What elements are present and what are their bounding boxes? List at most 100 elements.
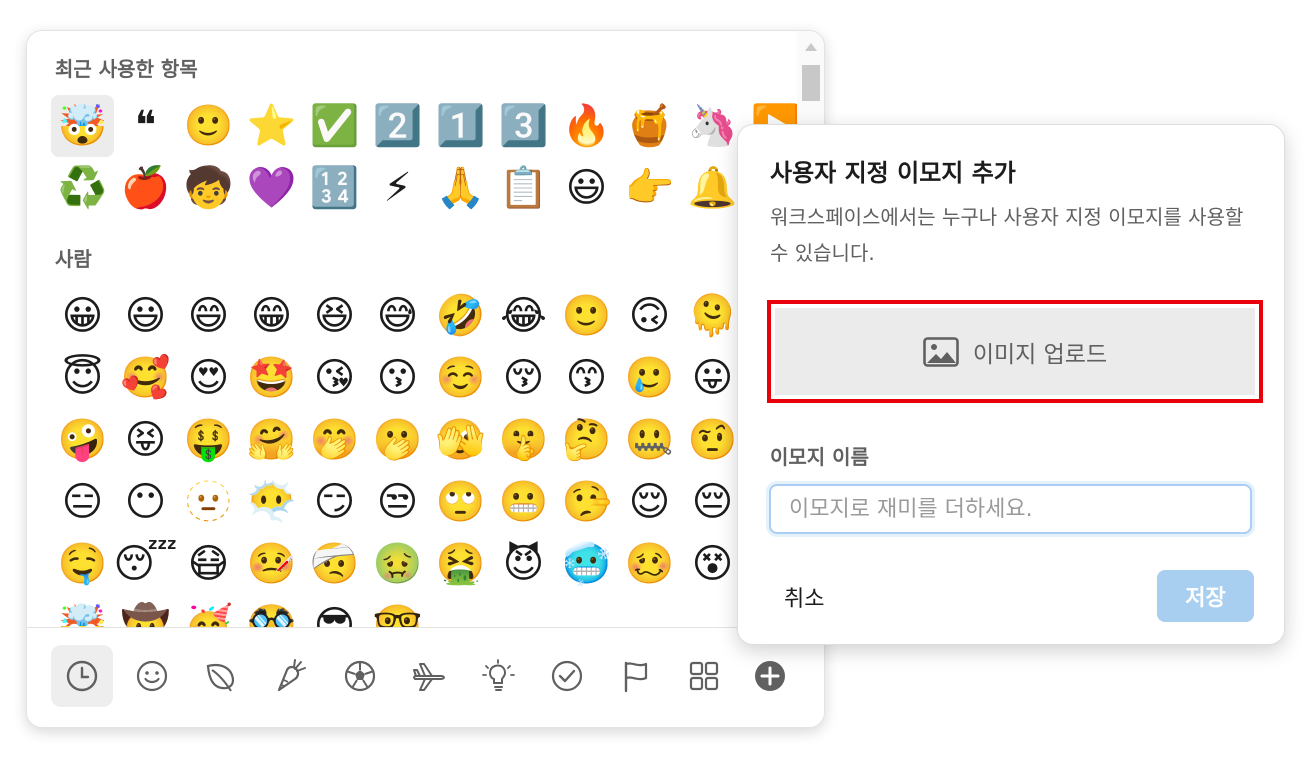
emoji-smiling-tear[interactable]: 🥲 <box>618 347 681 409</box>
emoji-partying-face[interactable]: 🥳 <box>177 595 240 627</box>
category-flags[interactable] <box>605 645 667 707</box>
emoji-laughing[interactable]: 😆 <box>303 285 366 347</box>
emoji-lying-face[interactable]: 🤥 <box>555 471 618 533</box>
emoji-name-input[interactable] <box>769 484 1252 534</box>
emoji-smile[interactable]: 😄 <box>177 285 240 347</box>
emoji-no-mouth[interactable]: 😶 <box>114 471 177 533</box>
category-travel[interactable] <box>398 645 460 707</box>
emoji-cowboy[interactable]: 🤠 <box>114 595 177 627</box>
emoji-rofl[interactable]: 🤣 <box>429 285 492 347</box>
emoji-slight-smile[interactable]: 🙂 <box>177 95 240 157</box>
emoji-dizzy-face[interactable]: 😵 <box>681 533 744 595</box>
category-smileys[interactable] <box>121 645 183 707</box>
emoji-grin[interactable]: 😁 <box>240 285 303 347</box>
upload-image-button[interactable]: 이미지 업로드 <box>775 308 1255 395</box>
emoji-disguised-face[interactable]: 🥸 <box>240 595 303 627</box>
emoji-sweat-smile[interactable]: 😅 <box>366 285 429 347</box>
emoji-zap[interactable]: ⚡ <box>366 157 429 219</box>
emoji-one[interactable]: 1️⃣ <box>429 95 492 157</box>
emoji-tongue[interactable]: 😛 <box>681 347 744 409</box>
emoji-money-mouth[interactable]: 🤑 <box>177 409 240 471</box>
emoji-recycle[interactable]: ♻️ <box>51 157 114 219</box>
emoji-smiley[interactable]: 😃 <box>114 285 177 347</box>
emoji-face-in-clouds[interactable]: 😶‍🌫️ <box>240 471 303 533</box>
emoji-cold-face[interactable]: 🥶 <box>555 533 618 595</box>
emoji-exploding-head[interactable]: 🤯 <box>51 95 114 157</box>
emoji-smirk[interactable]: 😏 <box>303 471 366 533</box>
emoji-apple[interactable]: 🍎 <box>114 157 177 219</box>
emoji-1234[interactable]: 🔢 <box>303 157 366 219</box>
category-nature[interactable] <box>190 645 252 707</box>
emoji-unicorn[interactable]: 🦄 <box>681 95 744 157</box>
emoji-smiley[interactable]: 😃 <box>555 157 618 219</box>
emoji-drooling[interactable]: 🤤 <box>51 533 114 595</box>
emoji-rolling-eyes[interactable]: 🙄 <box>429 471 492 533</box>
emoji-joy[interactable]: 😂 <box>492 285 555 347</box>
emoji-thinking[interactable]: 🤔 <box>555 409 618 471</box>
save-button[interactable]: 저장 <box>1157 570 1254 622</box>
cancel-button[interactable]: 취소 <box>770 572 838 622</box>
category-activity[interactable] <box>329 645 391 707</box>
emoji-kissing-heart[interactable]: 😘 <box>303 347 366 409</box>
emoji-relieved[interactable]: 😌 <box>618 471 681 533</box>
emoji-nauseated[interactable]: 🤢 <box>366 533 429 595</box>
category-symbols[interactable] <box>536 645 598 707</box>
emoji-raised-eyebrow[interactable]: 🤨 <box>681 409 744 471</box>
emoji-zany-face[interactable]: 🤪 <box>51 409 114 471</box>
emoji-clipboard[interactable]: 📋 <box>492 157 555 219</box>
category-add-custom[interactable] <box>739 645 801 707</box>
emoji-vomiting[interactable]: 🤮 <box>429 533 492 595</box>
emoji-pray[interactable]: 🙏 <box>429 157 492 219</box>
emoji-fire[interactable]: 🔥 <box>555 95 618 157</box>
category-objects[interactable] <box>467 645 529 707</box>
emoji-purple-heart[interactable]: 💜 <box>240 157 303 219</box>
emoji-sleeping[interactable]: 😴 <box>113 533 177 595</box>
emoji-three[interactable]: 3️⃣ <box>492 95 555 157</box>
emoji-grimacing[interactable]: 😬 <box>492 471 555 533</box>
emoji-grinning[interactable]: 😀 <box>51 285 114 347</box>
emoji-nerd[interactable]: 🤓 <box>366 595 429 627</box>
emoji-hand-over-mouth[interactable]: 🤭 <box>303 409 366 471</box>
emoji-peeking-eye[interactable]: 🫣 <box>429 409 492 471</box>
emoji-point-right[interactable]: 👉 <box>618 157 681 219</box>
emoji-two[interactable]: 2️⃣ <box>366 95 429 157</box>
emoji-unamused[interactable]: 😒 <box>366 471 429 533</box>
scroll-up-arrow[interactable] <box>805 43 817 51</box>
emoji-child[interactable]: 🧒 <box>177 157 240 219</box>
category-recent[interactable] <box>51 645 113 707</box>
emoji-expressionless[interactable]: 😑 <box>51 471 114 533</box>
emoji-star[interactable]: ⭐ <box>240 95 303 157</box>
emoji-mask[interactable]: 😷 <box>177 533 240 595</box>
emoji-dotted-line-face[interactable]: 🫥 <box>177 471 240 533</box>
emoji-smiling-hearts[interactable]: 🥰 <box>114 347 177 409</box>
emoji-head-bandage[interactable]: 🤕 <box>303 533 366 595</box>
emoji-open-eyes-hand-mouth[interactable]: 🫢 <box>366 409 429 471</box>
emoji-kissing-closed-eyes[interactable]: 😚 <box>492 347 555 409</box>
scroll-thumb[interactable] <box>802 65 820 101</box>
emoji-hugging[interactable]: 🤗 <box>240 409 303 471</box>
emoji-bell[interactable]: 🔔 <box>681 157 744 219</box>
emoji-smiling-imp[interactable]: 😈 <box>492 533 555 595</box>
emoji-kissing[interactable]: 😗 <box>366 347 429 409</box>
emoji-exploding-head[interactable]: 🤯 <box>51 595 114 627</box>
emoji-star-struck[interactable]: 🤩 <box>240 347 303 409</box>
category-food[interactable] <box>260 645 322 707</box>
emoji-kissing-smiling-eyes[interactable]: 😙 <box>555 347 618 409</box>
emoji-honey-pot[interactable]: 🍯 <box>618 95 681 157</box>
emoji-squint-tongue[interactable]: 😝 <box>114 409 177 471</box>
emoji-thermometer-face[interactable]: 🤒 <box>240 533 303 595</box>
emoji-melting-face[interactable]: 🫠 <box>681 285 744 347</box>
emoji-sunglasses[interactable]: 😎 <box>303 595 366 627</box>
emoji-slight-smile[interactable]: 🙂 <box>555 285 618 347</box>
emoji-white-check-mark[interactable]: ✅ <box>303 95 366 157</box>
emoji-quote[interactable]: ❝ <box>114 95 177 157</box>
emoji-scroll-area[interactable]: 최근 사용한 항목 🤯❝🙂⭐✅2️⃣1️⃣3️⃣🔥🍯🦄▶️♻️🍎🧒💜🔢⚡🙏📋😃👉… <box>27 31 797 627</box>
emoji-upside-down[interactable]: 🙃 <box>618 285 681 347</box>
emoji-zipper-mouth[interactable]: 🤐 <box>618 409 681 471</box>
emoji-innocent[interactable]: 😇 <box>51 347 114 409</box>
emoji-pensive[interactable]: 😔 <box>681 471 744 533</box>
emoji-shushing[interactable]: 🤫 <box>492 409 555 471</box>
emoji-woozy-face[interactable]: 🥴 <box>618 533 681 595</box>
emoji-relaxed[interactable]: ☺️ <box>429 347 492 409</box>
emoji-heart-eyes[interactable]: 😍 <box>177 347 240 409</box>
